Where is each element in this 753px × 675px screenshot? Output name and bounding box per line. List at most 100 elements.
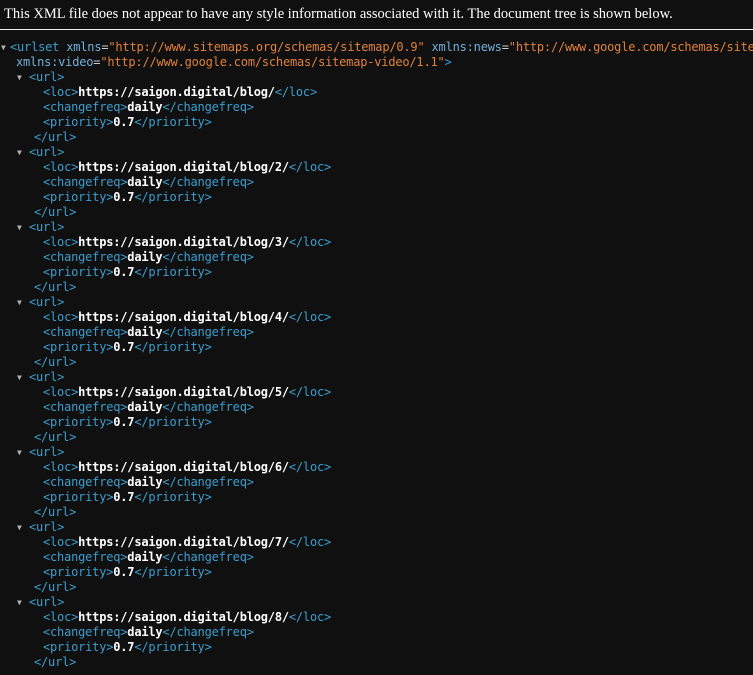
changefreq-line: <changefreq>daily</changefreq> <box>0 475 753 490</box>
url-close-line: </url> <box>0 655 753 670</box>
xml-open-tag: <loc> <box>43 235 79 249</box>
xml-open-tag: <loc> <box>43 310 79 324</box>
xml-text-content: 0.7 <box>113 490 135 504</box>
url-open-line: ▼ <url> <box>0 445 753 460</box>
xml-open-tag: <changefreq> <box>43 550 128 564</box>
collapse-arrow-icon[interactable]: ▼ <box>1 43 6 52</box>
collapse-arrow-icon[interactable]: ▼ <box>17 448 22 457</box>
priority-line: <priority>0.7</priority> <box>0 115 753 130</box>
url-entry: ▼ <url> <loc>https://saigon.digital/blog/7… <box>0 520 753 595</box>
xml-open-tag: <url> <box>29 70 65 84</box>
loc-line: <loc>https://saigon.digital/blog/7/</loc… <box>0 535 753 550</box>
xml-open-tag: <changefreq> <box>43 325 128 339</box>
xml-open-tag-end: > <box>444 55 452 69</box>
xml-close-tag: </priority> <box>134 640 212 654</box>
url-open-line: ▼ <url> <box>0 295 753 310</box>
loc-line: <loc>https://saigon.digital/blog/8/</loc… <box>0 610 753 625</box>
xml-open-tag: <changefreq> <box>43 100 128 114</box>
xml-text-content: https://saigon.digital/blog/7/ <box>78 535 289 549</box>
collapse-arrow-icon[interactable]: ▼ <box>17 73 22 82</box>
collapse-arrow-icon[interactable]: ▼ <box>17 598 22 607</box>
url-entry: ▼ <url> <loc>https://saigon.digital/blog/3… <box>0 220 753 295</box>
xml-close-tag: </url> <box>34 205 77 219</box>
xml-close-tag: </priority> <box>134 190 212 204</box>
xml-open-tag: <changefreq> <box>43 175 128 189</box>
xml-close-tag: </loc> <box>288 385 332 399</box>
xml-open-tag: <priority> <box>43 340 114 354</box>
changefreq-line: <changefreq>daily</changefreq> <box>0 325 753 340</box>
xml-open-tag: <loc> <box>43 385 79 399</box>
xml-open-tag: <changefreq> <box>43 475 128 489</box>
xml-close-tag: </changefreq> <box>162 475 254 489</box>
xml-attribute-name: xmlns:video <box>16 55 94 69</box>
xml-close-tag: </url> <box>34 280 77 294</box>
xml-open-tag: <url> <box>29 445 65 459</box>
changefreq-line: <changefreq>daily</changefreq> <box>0 400 753 415</box>
loc-line: <loc>https://saigon.digital/blog/4/</loc… <box>0 310 753 325</box>
xml-close-tag: </priority> <box>134 490 212 504</box>
xml-close-tag: </loc> <box>288 235 332 249</box>
url-close-line: </url> <box>0 205 753 220</box>
xml-close-tag: </loc> <box>288 610 332 624</box>
xml-close-tag: </url> <box>34 505 77 519</box>
priority-line: <priority>0.7</priority> <box>0 565 753 580</box>
xml-close-tag: </changefreq> <box>162 325 254 339</box>
xml-close-tag: </priority> <box>134 415 212 429</box>
url-open-line: ▼ <url> <box>0 70 753 85</box>
collapse-arrow-icon[interactable]: ▼ <box>17 298 22 307</box>
xml-close-tag: </url> <box>34 430 77 444</box>
xml-close-tag: </url> <box>34 130 77 144</box>
priority-line: <priority>0.7</priority> <box>0 490 753 505</box>
url-close-line: </url> <box>0 505 753 520</box>
xml-close-tag: </loc> <box>288 310 332 324</box>
url-close-line: </url> <box>0 280 753 295</box>
xml-open-tag: <priority> <box>43 640 114 654</box>
xml-open-tag: <url> <box>29 520 65 534</box>
xml-text-content: daily <box>127 325 163 339</box>
xml-attribute-name: xmlns:news <box>431 40 502 54</box>
priority-line: <priority>0.7</priority> <box>0 640 753 655</box>
collapse-arrow-icon[interactable]: ▼ <box>17 223 22 232</box>
xml-open-tag: <priority> <box>43 115 114 129</box>
xml-open-tag: <loc> <box>43 610 79 624</box>
collapse-arrow-icon[interactable]: ▼ <box>17 148 22 157</box>
xml-text-content: daily <box>127 400 163 414</box>
xml-close-tag: </changefreq> <box>162 550 254 564</box>
xml-text-content: 0.7 <box>113 565 135 579</box>
xml-open-tag: <changefreq> <box>43 250 128 264</box>
xml-open-tag: <loc> <box>43 460 79 474</box>
url-open-line: ▼ <url> <box>0 220 753 235</box>
xml-attribute-value: "http://www.google.com/schemas/sitemap-n… <box>508 40 753 54</box>
xml-open-tag: <loc> <box>43 85 79 99</box>
banner-message: This XML file does not appear to have an… <box>4 6 673 22</box>
xml-open-tag: <url> <box>29 595 65 609</box>
xml-close-tag: </priority> <box>134 115 212 129</box>
xml-close-tag: </url> <box>34 580 77 594</box>
xml-text-content: daily <box>127 175 163 189</box>
root-open-line-wrap: xmlns:video="http://www.google.com/schem… <box>0 55 753 70</box>
xml-text-content: 0.7 <box>113 415 135 429</box>
collapse-arrow-icon[interactable]: ▼ <box>17 373 22 382</box>
xml-open-tag: <changefreq> <box>43 400 128 414</box>
url-open-line: ▼ <url> <box>0 595 753 610</box>
xml-close-tag: </changefreq> <box>162 400 254 414</box>
xml-text-content: 0.7 <box>113 190 135 204</box>
collapse-arrow-icon[interactable]: ▼ <box>17 523 22 532</box>
changefreq-line: <changefreq>daily</changefreq> <box>0 100 753 115</box>
xml-open-tag: <url> <box>29 295 65 309</box>
url-open-line: ▼ <url> <box>0 370 753 385</box>
url-close-line: </url> <box>0 430 753 445</box>
url-open-line: ▼ <url> <box>0 520 753 535</box>
url-entry: ▼ <url> <loc>https://saigon.digital/blog/2… <box>0 145 753 220</box>
xml-tree: ▼ <urlset xmlns = "http://www.sitemaps.org/… <box>0 30 753 670</box>
xml-text-content: https://saigon.digital/blog/5/ <box>78 385 289 399</box>
xml-text-content: daily <box>127 625 163 639</box>
xml-close-tag: </url> <box>34 355 77 369</box>
url-entry: ▼ <url> <loc>https://saigon.digital/blog/4… <box>0 295 753 370</box>
priority-line: <priority>0.7</priority> <box>0 265 753 280</box>
loc-line: <loc>https://saigon.digital/blog/5/</loc… <box>0 385 753 400</box>
xml-open-tag: <priority> <box>43 490 114 504</box>
xml-attribute-name: xmlns <box>66 40 102 54</box>
url-open-line: ▼ <url> <box>0 145 753 160</box>
changefreq-line: <changefreq>daily</changefreq> <box>0 175 753 190</box>
